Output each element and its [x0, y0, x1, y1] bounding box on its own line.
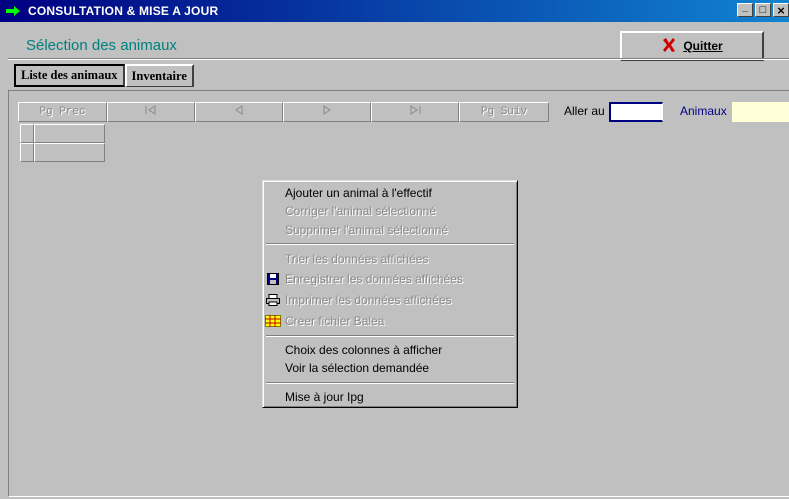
menu-item-label: Voir la sélection demandée [285, 361, 430, 375]
red-x-icon [661, 37, 677, 56]
menu-item-edit-animal[interactable]: Corriger l'animal sélectionné [263, 202, 517, 220]
animals-grid [20, 124, 105, 162]
menu-item-update-ipg[interactable]: Mise à jour Ipg [263, 388, 517, 406]
menu-separator [266, 243, 514, 245]
next-record-icon [322, 105, 332, 119]
next-page-button[interactable]: Pg Suiv [459, 102, 549, 122]
menu-item-print-data[interactable]: Imprimer les données affichées [263, 291, 517, 309]
goto-label: Aller au [564, 104, 605, 118]
table-row[interactable] [20, 143, 105, 162]
window-controls: _ □ × [737, 3, 789, 17]
navigation-bar: Pg Prec Pg Suiv [18, 102, 549, 122]
row-selector[interactable] [20, 143, 34, 162]
quit-button[interactable]: Quitter [620, 31, 764, 61]
tab-inventaire[interactable]: Inventaire [124, 64, 194, 87]
previous-record-icon [234, 105, 244, 119]
menu-item-label: Ajouter un animal à l'effectif [285, 186, 432, 200]
maximize-icon: □ [759, 3, 767, 16]
table-cell[interactable] [34, 143, 105, 162]
tab-bar: Liste des animaux Inventaire [14, 64, 194, 87]
last-record-button[interactable] [371, 102, 459, 122]
last-record-icon [409, 105, 421, 119]
window-title-bar[interactable]: CONSULTATION & MISE A JOUR _ □ × [0, 0, 789, 22]
menu-item-create-balea-file[interactable]: Creer fichier Balea [263, 312, 517, 330]
floppy-disk-icon [265, 272, 281, 286]
menu-item-choose-columns[interactable]: Choix des colonnes à afficher [263, 341, 517, 359]
previous-record-button[interactable] [195, 102, 283, 122]
menu-separator [266, 382, 514, 384]
menu-separator [266, 335, 514, 337]
previous-page-button[interactable]: Pg Prec [18, 102, 107, 122]
close-button[interactable]: × [773, 3, 789, 17]
menu-item-delete-animal[interactable]: Supprimer l'animal sélectionné [263, 221, 517, 239]
header-divider [8, 58, 789, 60]
first-record-button[interactable] [107, 102, 195, 122]
next-record-button[interactable] [283, 102, 371, 122]
close-icon: × [777, 2, 785, 18]
menu-item-label: Trier les données affichées [285, 252, 429, 266]
page-title: Sélection des animaux [26, 37, 177, 54]
header: Sélection des animaux Quitter [0, 22, 789, 62]
menu-item-label: Creer fichier Balea [285, 314, 385, 328]
animals-label: Animaux [680, 104, 727, 118]
animals-field [732, 102, 789, 122]
table-cell[interactable] [34, 124, 105, 143]
menu-item-label: Enregistrer les données affichées [285, 272, 463, 286]
menu-item-add-animal[interactable]: Ajouter un animal à l'effectif [263, 184, 517, 202]
context-menu: Ajouter un animal à l'effectif Corriger … [262, 180, 518, 408]
window-title: CONSULTATION & MISE A JOUR [28, 4, 219, 18]
printer-icon [265, 293, 281, 307]
menu-item-label: Corriger l'animal sélectionné [285, 204, 437, 218]
quit-label: Quitter [683, 39, 723, 53]
menu-item-label: Choix des colonnes à afficher [285, 343, 443, 357]
menu-item-sort-data[interactable]: Trier les données affichées [263, 250, 517, 268]
goto-input[interactable] [609, 102, 663, 122]
menu-item-label: Imprimer les données affichées [285, 293, 452, 307]
tab-liste-des-animaux[interactable]: Liste des animaux [14, 64, 125, 87]
menu-item-label: Supprimer l'animal sélectionné [285, 223, 449, 237]
row-selector[interactable] [20, 124, 34, 143]
menu-item-label: Mise à jour Ipg [285, 390, 364, 404]
spreadsheet-icon [265, 314, 281, 328]
first-record-icon [145, 105, 157, 119]
minimize-button[interactable]: _ [737, 3, 753, 17]
minimize-icon: _ [742, 2, 748, 13]
maximize-button[interactable]: □ [755, 3, 771, 17]
menu-item-view-selection[interactable]: Voir la sélection demandée [263, 359, 517, 377]
arrow-right-icon [6, 3, 24, 19]
table-row[interactable] [20, 124, 105, 143]
menu-item-save-data[interactable]: Enregistrer les données affichées [263, 270, 517, 288]
